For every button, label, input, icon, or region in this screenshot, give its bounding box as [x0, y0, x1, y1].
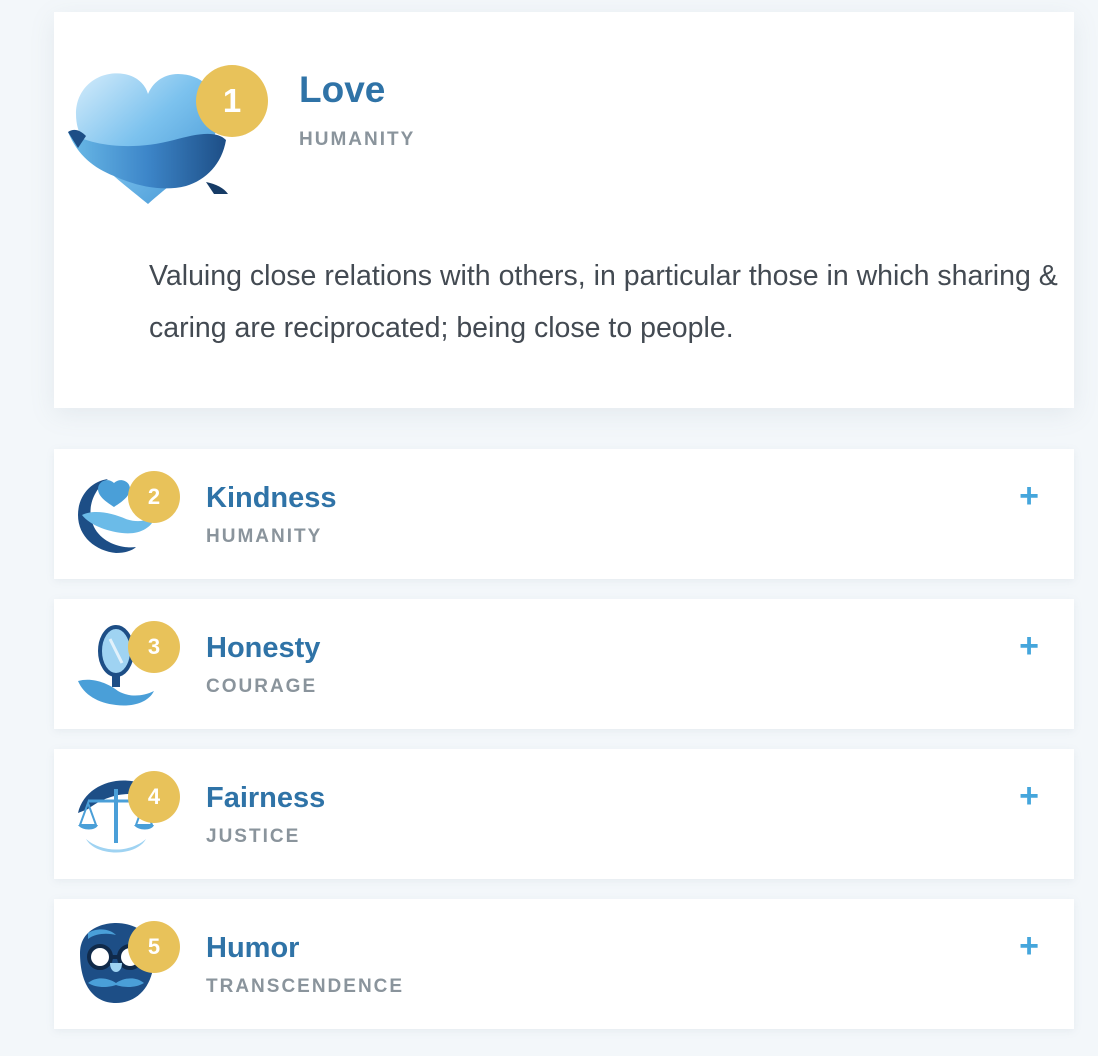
strength-category: COURAGE: [206, 676, 318, 697]
strength-title: Humor: [206, 932, 300, 964]
rank-badge: 3: [128, 621, 180, 673]
strength-category: TRANSCENDENCE: [206, 976, 405, 997]
strength-card-humor[interactable]: 5 Humor TRANSCENDENCE +: [54, 899, 1074, 1029]
expand-button[interactable]: +: [1008, 475, 1050, 517]
strength-card-fairness[interactable]: 4 Fairness JUSTICE +: [54, 749, 1074, 879]
strength-title: Fairness: [206, 782, 326, 814]
rank-badge: 1: [196, 65, 268, 137]
strength-description: Valuing close relations with others, in …: [149, 260, 1058, 344]
rank-badge: 2: [128, 471, 180, 523]
expand-button[interactable]: +: [1008, 925, 1050, 967]
expand-button[interactable]: +: [1008, 775, 1050, 817]
featured-strength-card: 1 Love HUMANITY Valuing close relations …: [54, 12, 1074, 408]
rank-badge: 5: [128, 921, 180, 973]
strength-card-kindness[interactable]: 2 Kindness HUMANITY +: [54, 449, 1074, 579]
strength-card-honesty[interactable]: 3 Honesty COURAGE +: [54, 599, 1074, 729]
rank-badge: 4: [128, 771, 180, 823]
strength-category: HUMANITY: [206, 526, 323, 547]
strength-title: Love: [299, 69, 386, 110]
expand-button[interactable]: +: [1008, 625, 1050, 667]
strength-title: Kindness: [206, 482, 337, 514]
strength-category: JUSTICE: [206, 826, 301, 847]
strength-title: Honesty: [206, 632, 321, 664]
strength-category: HUMANITY: [299, 129, 416, 150]
